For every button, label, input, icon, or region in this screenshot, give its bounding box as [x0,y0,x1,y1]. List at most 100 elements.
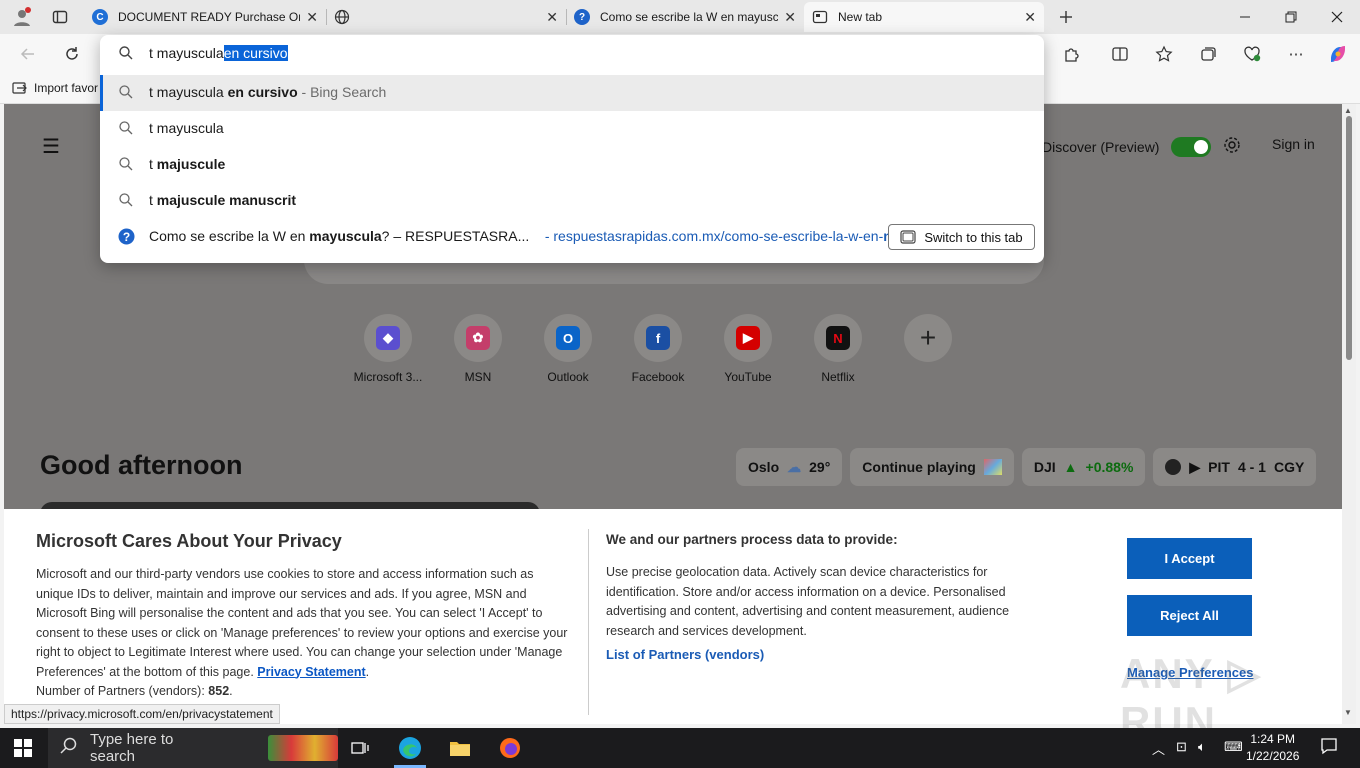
divider [588,529,589,715]
volume-icon[interactable]: 🔈︎ [1198,739,1206,755]
tab-actions-icon[interactable] [46,5,74,29]
taskbar-search[interactable]: Type here to search [48,728,338,768]
stock-change: +0.88% [1085,459,1134,475]
help-icon: ? [118,228,135,248]
suggestion-item[interactable]: t mayuscula [100,111,1044,147]
continue-playing-label: Continue playing [862,459,976,475]
play-icon: ▶ [1189,458,1201,475]
sports-score-chip[interactable]: ▶ PIT 4 - 1 CGY [1153,448,1317,486]
settings-gear-icon[interactable] [1223,136,1241,157]
weather-temp: 29° [809,459,831,475]
reject-all-button[interactable]: Reject All [1127,595,1252,636]
system-clock[interactable]: 1:24 PM 1/22/2026 [1246,731,1299,765]
cloud-icon: ☁ [787,458,802,475]
import-favorites-label: Import favor [34,81,99,95]
add-quick-link-button[interactable]: + [900,314,956,384]
tab-globe[interactable]: ✕ [326,2,566,32]
scroll-down-icon[interactable]: ▼ [1344,708,1352,717]
search-icon [118,192,134,211]
quick-link-label: YouTube [724,370,772,384]
tab-document-ready[interactable]: C DOCUMENT READY Purchase Ord ✕ [84,2,326,32]
scrollbar-thumb[interactable] [1346,116,1352,360]
suggestion-item[interactable]: t majuscule manuscrit [100,183,1044,219]
suggestion-item[interactable]: t majuscule [100,147,1044,183]
copilot-c-icon: C [92,9,108,25]
info-chips: Oslo ☁ 29° Continue playing DJI ▲ +0.88%… [736,448,1317,486]
tab-icon [900,230,916,244]
tab-new-tab[interactable]: New tab ✕ [804,2,1044,32]
weather-chip[interactable]: Oslo ☁ 29° [736,448,843,486]
close-icon[interactable]: ✕ [784,9,796,26]
suggestion-bold: majuscule manuscrit [156,192,297,208]
quick-link-outlook[interactable]: O Outlook [540,314,596,384]
tab-strip: C DOCUMENT READY Purchase Ord ✕ ✕ ? Como… [0,0,1360,34]
import-favorites-button[interactable]: Import favor [12,81,98,95]
split-screen-icon[interactable] [1108,42,1132,66]
favorites-icon[interactable] [1152,42,1176,66]
close-icon[interactable]: ✕ [546,9,558,26]
edge-taskbar-icon[interactable] [396,734,424,762]
game-thumbnail-icon [983,459,1002,475]
quick-link-msn[interactable]: ✿ MSN [450,314,506,384]
quick-link-youtube[interactable]: ▶ YouTube [720,314,776,384]
team-a: PIT [1208,459,1230,475]
suggestion-item[interactable]: t mayuscula en cursivo - Bing Search [100,75,1044,111]
notifications-icon[interactable] [1320,737,1338,758]
tab-title: DOCUMENT READY Purchase Ord [118,10,301,24]
continue-playing-chip[interactable]: Continue playing [850,448,1014,486]
quick-link-facebook[interactable]: f Facebook [630,314,686,384]
discover-toggle-group: Discover (Preview) [1042,136,1241,157]
greeting: Good afternoon [40,450,243,480]
facebook-icon: f [646,326,670,350]
search-icon [118,45,134,64]
close-icon[interactable]: ✕ [306,9,318,26]
hamburger-menu-icon[interactable]: ☰ [42,134,60,159]
quick-link-label: Facebook [631,370,685,384]
privacy-statement-link[interactable]: Privacy Statement [257,665,365,679]
browser-essentials-icon[interactable] [1240,42,1264,66]
show-hidden-icons-icon[interactable]: ︿ [1152,739,1165,758]
accept-button[interactable]: I Accept [1127,538,1252,579]
keyboard-icon[interactable]: ⌨︎ [1224,739,1243,755]
netflix-icon: N [826,326,850,350]
quick-link-label: Outlook [547,370,589,384]
address-bar-dropdown: t mayusculaen cursivo t mayuscula en cur… [100,35,1044,263]
network-icon[interactable]: ⊡ [1176,739,1187,755]
collections-icon[interactable] [1196,42,1220,66]
back-icon[interactable] [16,42,40,66]
nhl-icon [1165,459,1182,475]
new-tab-button[interactable] [1052,5,1080,29]
partners-list-link[interactable]: List of Partners (vendors) [606,647,764,662]
autocomplete-selection: en cursivo [223,45,288,61]
m365-icon: ◆ [376,326,400,350]
file-explorer-icon[interactable] [446,734,474,762]
team-b: CGY [1273,459,1305,475]
firefox-icon[interactable] [496,734,524,762]
quick-link-microsoft365[interactable]: ◆ Microsoft 3... [354,314,422,384]
refresh-icon[interactable] [60,42,84,66]
discover-toggle[interactable] [1171,136,1212,157]
close-window-button[interactable] [1314,0,1360,34]
more-options-icon[interactable]: ⋯ [1284,42,1308,66]
open-tab-suggestion[interactable]: ? Como se escribe la W en mayuscula? – R… [100,219,1044,255]
stock-chip[interactable]: DJI ▲ +0.88% [1021,448,1146,486]
sign-in-link[interactable]: Sign in [1272,136,1315,152]
switch-to-tab-label: Switch to this tab [924,229,1023,245]
profile-icon[interactable] [8,5,36,29]
restore-button[interactable] [1268,0,1314,34]
scroll-up-icon[interactable]: ▲ [1344,106,1352,115]
tab-title: New tab [838,10,883,24]
copilot-icon[interactable] [1326,42,1350,66]
quick-links: ◆ Microsoft 3... ✿ MSN O Outlook f Faceb… [354,314,956,384]
page-scrollbar[interactable]: ▲ ▼ [1342,104,1356,724]
close-icon[interactable]: ✕ [1024,9,1036,26]
address-bar-input[interactable]: t mayusculaen cursivo [100,35,1044,73]
extensions-icon[interactable] [1060,42,1084,66]
task-view-icon[interactable] [346,734,374,762]
quick-link-netflix[interactable]: N Netflix [810,314,866,384]
minimize-button[interactable] [1222,0,1268,34]
youtube-icon: ▶ [736,326,760,350]
switch-to-tab-button[interactable]: Switch to this tab [888,224,1035,250]
windows-start-icon[interactable] [14,739,32,760]
tab-como-se-escribe[interactable]: ? Como se escribe la W en mayuscu ✕ [566,2,804,32]
